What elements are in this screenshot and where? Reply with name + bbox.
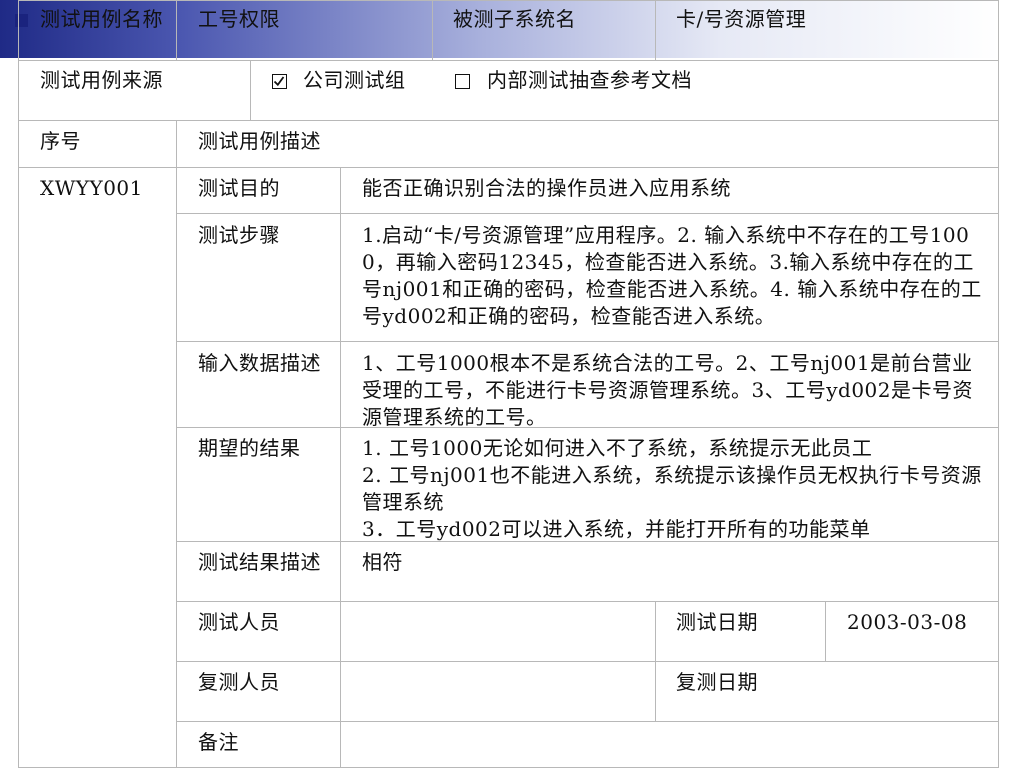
expected-label: 期望的结果 xyxy=(198,436,301,460)
test-date-label: 测试日期 xyxy=(676,610,758,634)
row-divider xyxy=(176,661,998,662)
test-date-value: 2003-03-08 xyxy=(847,610,968,634)
case-name-label: 测试用例名称 xyxy=(40,7,163,31)
row-divider xyxy=(18,167,998,168)
column-divider xyxy=(825,601,826,661)
row-divider xyxy=(176,213,998,214)
test-case-slide: 测试用例名称 工号权限 被测子系统名 卡/号资源管理 测试用例来源 公司测试组 … xyxy=(0,0,1024,768)
row-divider xyxy=(18,120,998,121)
retest-date-label: 复测日期 xyxy=(676,670,758,694)
internal-review-checkbox[interactable] xyxy=(455,74,470,89)
purpose-value: 能否正确识别合法的操作员进入应用系统 xyxy=(362,176,731,200)
column-divider xyxy=(998,0,999,768)
result-label: 测试结果描述 xyxy=(198,550,321,574)
subsystem-label: 被测子系统名 xyxy=(453,7,576,31)
column-divider xyxy=(18,0,19,768)
column-divider xyxy=(655,601,656,721)
square-bullet-icon xyxy=(15,14,28,27)
expected-item: 3．工号yd002可以进入系统，并能打开所有的功能菜单 xyxy=(362,517,871,541)
column-divider xyxy=(176,0,177,60)
row-divider xyxy=(18,60,998,61)
source-label: 测试用例来源 xyxy=(40,68,163,92)
expected-item: 1. 工号1000无论如何进入不了系统，系统提示无此员工 xyxy=(362,436,873,460)
remarks-label: 备注 xyxy=(198,730,239,754)
checkmark-icon xyxy=(273,76,285,87)
steps-value: 1.启动“卡/号资源管理”应用程序。2. 输入系统中不存在的工号1000，再输入… xyxy=(362,223,982,328)
seq-column-header: 序号 xyxy=(40,129,81,153)
tester-label: 测试人员 xyxy=(198,610,280,634)
column-divider xyxy=(250,60,251,120)
row-divider xyxy=(18,0,998,1)
column-divider xyxy=(340,167,341,768)
row-divider xyxy=(176,721,998,722)
case-id: XWYY001 xyxy=(40,176,143,200)
company-test-checkbox[interactable] xyxy=(272,74,287,89)
column-divider xyxy=(176,120,177,768)
internal-review-option-label: 内部测试抽查参考文档 xyxy=(487,68,692,92)
retester-label: 复测人员 xyxy=(198,670,280,694)
case-name-value: 工号权限 xyxy=(198,7,280,31)
column-divider xyxy=(655,0,656,60)
input-data-label: 输入数据描述 xyxy=(198,351,321,375)
purpose-label: 测试目的 xyxy=(198,176,280,200)
input-data-value: 1、工号1000根本不是系统合法的工号。2、工号nj001是前台营业受理的工号，… xyxy=(362,351,973,429)
description-column-header: 测试用例描述 xyxy=(198,129,321,153)
column-divider xyxy=(432,0,433,60)
company-test-option-label: 公司测试组 xyxy=(303,68,406,92)
row-divider xyxy=(176,341,998,342)
expected-item: 2. 工号nj001也不能进入系统，系统提示该操作员无权执行卡号资源管理系统 xyxy=(362,463,982,514)
result-value: 相符 xyxy=(362,550,403,574)
row-divider xyxy=(176,601,998,602)
subsystem-value: 卡/号资源管理 xyxy=(676,7,807,31)
steps-label: 测试步骤 xyxy=(198,223,280,247)
